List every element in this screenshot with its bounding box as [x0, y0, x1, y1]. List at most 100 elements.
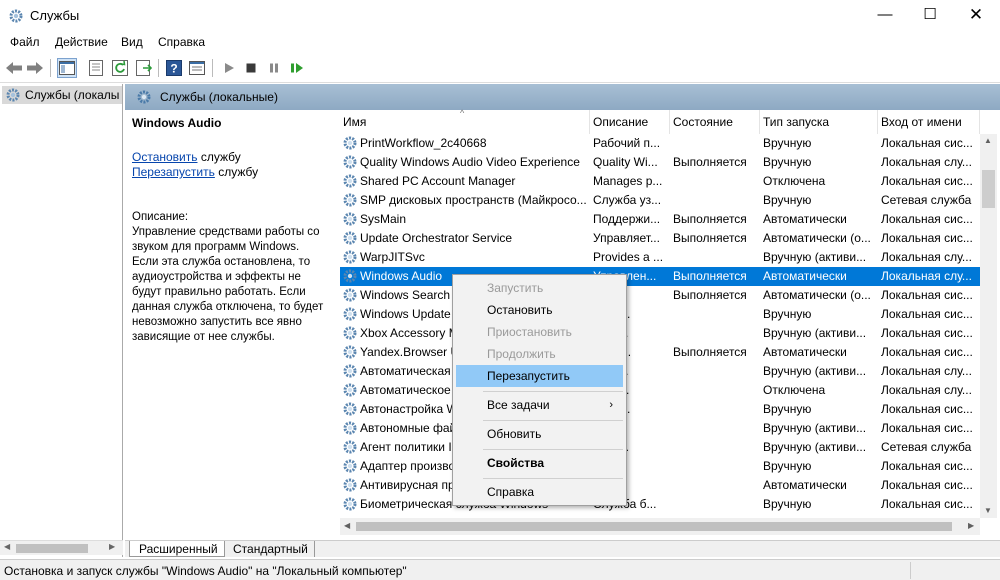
pause-icon — [270, 63, 278, 73]
forward-button[interactable] — [25, 58, 45, 78]
close-button[interactable]: ✕ — [953, 0, 999, 32]
gear-icon — [6, 88, 20, 102]
cell-startup-type: Вручную (активи... — [763, 421, 867, 435]
column-header-log-on-as[interactable]: Вход от имени — [878, 110, 980, 134]
menu-help[interactable]: Справка — [158, 35, 205, 49]
table-row[interactable]: Update Orchestrator Service Управляет... В… — [340, 229, 980, 248]
table-row[interactable]: Агент политики Iасно...Вручную (активи..… — [340, 438, 980, 457]
pause-service-button[interactable] — [264, 58, 284, 78]
cell-log-on-as: Локальная сис... — [881, 136, 973, 150]
menu-bar: Файл Действие Вид Справка — [0, 32, 1000, 53]
table-row[interactable]: Quality Windows Audio Video Experience Qu… — [340, 153, 980, 172]
help-button[interactable]: ? — [164, 58, 184, 78]
table-row[interactable]: Биометрическая служба WindowsСлужба б...… — [340, 495, 980, 514]
table-row[interactable]: Windows Updateключ...ВручнуюЛокальная си… — [340, 305, 980, 324]
tree-item-services-local[interactable]: Службы (локалы — [2, 86, 122, 104]
stop-icon — [246, 63, 256, 73]
cell-status — [673, 497, 759, 513]
show-tree-button[interactable] — [57, 58, 77, 78]
table-row[interactable]: Xbox Accessory Mervic...Вручную (активи.… — [340, 324, 980, 343]
cell-status — [673, 307, 759, 323]
menu-file[interactable]: Файл — [10, 35, 40, 49]
toolbar-separator — [212, 59, 213, 77]
menu-item-refresh[interactable]: Обновить — [456, 423, 623, 445]
gear-icon — [343, 307, 357, 321]
properties-button[interactable] — [86, 58, 106, 78]
menu-item-resume[interactable]: Продолжить — [456, 343, 623, 365]
back-button[interactable] — [4, 58, 24, 78]
tree-horizontal-scrollbar[interactable]: ◀ ▶ — [0, 540, 123, 555]
column-header-status[interactable]: Состояние — [670, 110, 760, 134]
refresh-button[interactable] — [110, 58, 130, 78]
menu-item-restart[interactable]: Перезапустить — [456, 365, 623, 387]
stop-service-link[interactable]: Остановить — [132, 150, 198, 164]
export-button[interactable] — [134, 58, 154, 78]
menu-item-stop[interactable]: Остановить — [456, 299, 623, 321]
tab-standard[interactable]: Стандартный — [224, 541, 315, 557]
restart-service-button[interactable] — [287, 58, 307, 78]
scroll-down-icon: ▼ — [984, 506, 992, 515]
stop-suffix: службу — [197, 150, 241, 164]
menu-action[interactable]: Действие — [55, 35, 108, 49]
table-row[interactable]: PrintWorkflow_2c40668 Рабочий п... Вручную… — [340, 134, 980, 153]
gear-icon — [343, 250, 357, 264]
tab-extended[interactable]: Расширенный — [129, 541, 225, 557]
cell-status — [673, 421, 759, 437]
details-view-button[interactable] — [187, 58, 207, 78]
start-service-button[interactable] — [219, 58, 239, 78]
table-row[interactable]: Shared PC Account Manager Manages p... Отк… — [340, 172, 980, 191]
column-header-description[interactable]: Описание — [590, 110, 670, 134]
table-row[interactable]: Автономные файба ...Вручную (активи...Ло… — [340, 419, 980, 438]
cell-log-on-as: Локальная сис... — [881, 307, 973, 321]
cell-startup-type: Вручную (активи... — [763, 364, 867, 378]
table-row[interactable]: Windows Searchксир...ВыполняетсяАвтомати… — [340, 286, 980, 305]
minimize-button[interactable]: — — [862, 0, 908, 32]
scroll-right-icon: ▶ — [109, 542, 116, 551]
table-row[interactable]: Автоматическоеавля...ОтключенаЛокальная … — [340, 381, 980, 400]
table-row[interactable]: WarpJITSvc Provides a ... Вручную (активи.… — [340, 248, 980, 267]
cell-status: Выполняется — [673, 345, 747, 359]
table-row[interactable]: Автоматическаяомат...Вручную (активи...Л… — [340, 362, 980, 381]
scroll-right-icon: ▶ — [968, 521, 975, 530]
table-row[interactable]: Автонастройка Wба W...ВручнуюЛокальная с… — [340, 400, 980, 419]
menu-item-pause[interactable]: Приостановить — [456, 321, 623, 343]
stop-service-button[interactable] — [241, 58, 261, 78]
cell-log-on-as: Локальная сис... — [881, 345, 973, 359]
cell-startup-type: Отключена — [763, 383, 826, 397]
table-row[interactable]: SMP дисковых пространств (Майкросо... Слу… — [340, 191, 980, 210]
column-header-name[interactable]: Имя — [340, 110, 590, 134]
table-row[interactable]: Антивирусная прогае...АвтоматическиЛокал… — [340, 476, 980, 495]
menu-item-all-tasks[interactable]: Все задачи › — [456, 394, 623, 416]
scroll-thumb[interactable] — [16, 544, 88, 553]
services-gear-icon — [9, 9, 23, 23]
menu-view[interactable]: Вид — [121, 35, 143, 49]
table-row[interactable]: Windows AudioУправлен...ВыполняетсяАвтом… — [340, 267, 980, 286]
table-row[interactable]: SysMain Поддержи... Выполняется Автоматичес… — [340, 210, 980, 229]
gear-icon — [343, 288, 357, 302]
gear-icon — [343, 193, 357, 207]
description-line: звуком для программ Windows. — [132, 241, 300, 253]
cell-name: Quality Windows Audio Video Experience — [360, 155, 580, 169]
cell-startup-type: Вручную (активи... — [763, 326, 867, 340]
cell-status — [673, 193, 759, 209]
cell-status — [673, 478, 759, 494]
menu-item-help[interactable]: Справка — [456, 481, 623, 503]
horizontal-scrollbar[interactable]: ◀ ▶ — [340, 518, 980, 535]
toolbar-separator — [158, 59, 159, 77]
cell-log-on-as: Локальная слу... — [881, 155, 972, 169]
menu-item-properties[interactable]: Свойства — [456, 452, 623, 474]
column-header-startup-type[interactable]: Тип запуска — [760, 110, 878, 134]
maximize-icon: ☐ — [923, 6, 937, 23]
scroll-thumb[interactable] — [356, 522, 952, 531]
restart-service-link[interactable]: Перезапустить — [132, 165, 215, 179]
scroll-thumb[interactable] — [982, 170, 995, 208]
maximize-button[interactable]: ☐ — [907, 0, 953, 32]
cell-startup-type: Вручную — [763, 136, 812, 150]
vertical-scrollbar[interactable]: ▲ ▼ — [980, 134, 997, 518]
menu-item-start[interactable]: Запустить — [456, 277, 623, 299]
status-bar: Остановка и запуск службы "Windows Audio… — [0, 559, 1000, 580]
table-row[interactable]: Адаптер произвостав...ВручнуюЛокальная с… — [340, 457, 980, 476]
cell-name: Update Orchestrator Service — [360, 231, 513, 245]
table-row[interactable]: Yandex.Browser Uержи...ВыполняетсяАвтома… — [340, 343, 980, 362]
cell-description: Управляет... — [593, 231, 660, 245]
